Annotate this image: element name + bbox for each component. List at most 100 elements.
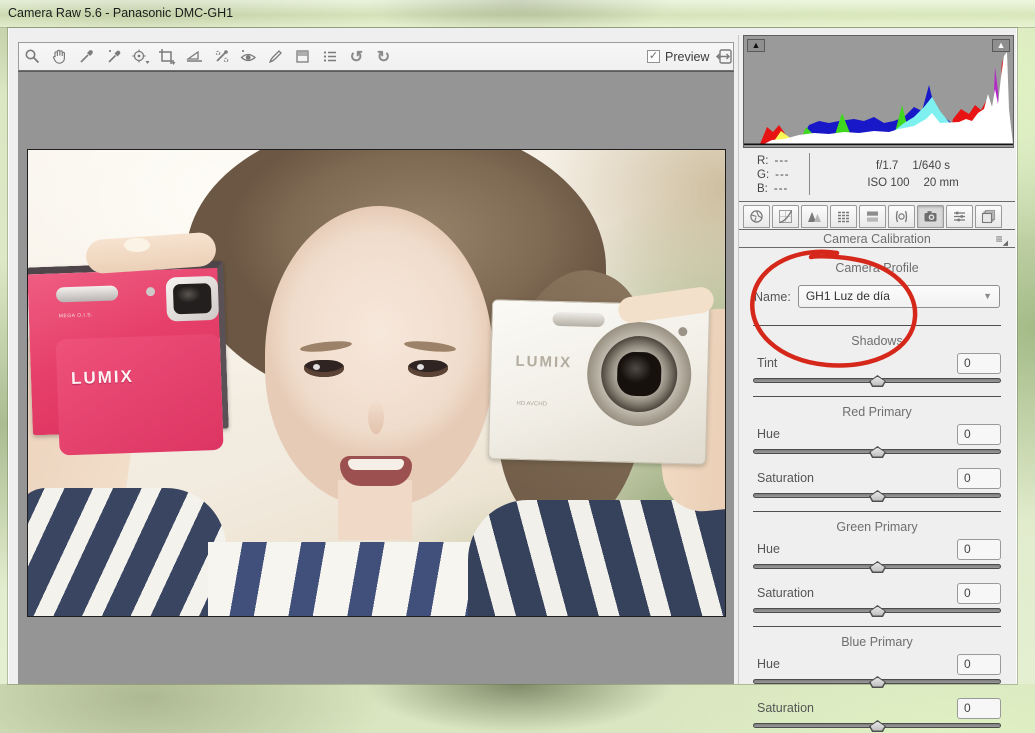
camera-calibration-tab-icon[interactable] [917, 205, 944, 228]
red-primary-group: Red Primary Hue 0 Saturation 0 [739, 397, 1015, 503]
profile-name-row: Name: GH1 Luz de día ▼ [754, 285, 1000, 308]
slider-thumb[interactable] [869, 676, 886, 688]
blue-hue-label: Hue [757, 657, 780, 671]
tint-slider[interactable] [753, 375, 1001, 388]
rotate-left-icon[interactable]: ↺ [343, 45, 370, 69]
red-hue-slider[interactable] [753, 446, 1001, 459]
green-hue-value-field[interactable]: 0 [957, 539, 1001, 560]
teeth [348, 459, 404, 470]
zoom-tool-icon[interactable] [19, 45, 46, 69]
blue-hue-value-field[interactable]: 0 [957, 654, 1001, 675]
white-camera-brand: LUMIX [515, 353, 572, 371]
window-title: Camera Raw 5.6 - Panasonic DMC-GH1 [8, 6, 233, 20]
shadow-clipping-toggle-icon[interactable]: ▲ [747, 39, 765, 52]
slider-thumb[interactable] [869, 561, 886, 573]
green-hue-slider[interactable] [753, 561, 1001, 574]
slider-thumb[interactable] [869, 720, 886, 732]
green-saturation-value-field[interactable]: 0 [957, 583, 1001, 604]
camera-profile-title: Camera Profile [739, 261, 1015, 275]
panel-title: Camera Calibration [823, 232, 931, 246]
green-hue-label: Hue [757, 542, 780, 556]
red-hue-value-field[interactable]: 0 [957, 424, 1001, 445]
image-preview-area: MEGA O.I.S. LUMIX LUMIX HD AVCHD [18, 71, 734, 684]
pink-camera-flash [56, 285, 118, 302]
red-eye-removal-icon[interactable] [235, 45, 262, 69]
slider-thumb[interactable] [869, 446, 886, 458]
pink-camera-lens [166, 276, 220, 322]
straighten-tool-icon[interactable] [181, 45, 208, 69]
sweater-left [27, 488, 226, 617]
adjustment-brush-icon[interactable] [262, 45, 289, 69]
profile-name-value: GH1 Luz de día [806, 289, 890, 303]
blue-primary-group: Blue Primary Hue 0 Saturation 0 [739, 627, 1015, 733]
color-sampler-icon[interactable] [100, 45, 127, 69]
green-primary-group: Green Primary Hue 0 Saturation 0 [739, 512, 1015, 618]
rotate-right-icon[interactable]: ↻ [370, 45, 397, 69]
red-hue-label: Hue [757, 427, 780, 441]
crop-tool-icon[interactable] [154, 45, 181, 69]
blue-hue-slider[interactable] [753, 676, 1001, 689]
pink-camera-front-panel [56, 334, 224, 456]
detail-tab-icon[interactable] [801, 205, 828, 228]
spot-removal-icon[interactable] [208, 45, 235, 69]
neck [338, 480, 412, 540]
profile-name-dropdown[interactable]: GH1 Luz de día ▼ [798, 285, 1000, 308]
nose [368, 400, 384, 434]
pink-camera-sensor [146, 287, 155, 296]
chevron-down-icon: ▼ [983, 286, 992, 307]
green-saturation-label: Saturation [757, 586, 814, 600]
sweater-right [468, 500, 726, 617]
toolbar: ↺ ↻ ✓ Preview [18, 42, 734, 71]
preview-checkbox[interactable]: ✓ [647, 50, 660, 63]
preferences-icon[interactable] [316, 45, 343, 69]
rgb-readout: R:--- G:--- B:--- [757, 154, 790, 196]
basic-tab-icon[interactable] [743, 205, 770, 228]
slider-thumb[interactable] [869, 605, 886, 617]
group-title: Shadows [739, 334, 1015, 348]
snapshots-tab-icon[interactable] [975, 205, 1002, 228]
toggle-fullscreen-icon[interactable] [713, 46, 737, 68]
tone-curve-tab-icon[interactable] [772, 205, 799, 228]
group-title: Blue Primary [739, 635, 1015, 649]
panel-divider [739, 201, 1015, 202]
hsl-grayscale-tab-icon[interactable] [830, 205, 857, 228]
exif-readout: f/1.71/640 s ISO 10020 mm [823, 158, 1003, 192]
mouth [340, 456, 412, 486]
shadows-group: Shadows Tint 0 [739, 326, 1015, 388]
red-saturation-slider[interactable] [753, 490, 1001, 503]
white-camera-sub-label: HD AVCHD [516, 401, 547, 408]
split-toning-tab-icon[interactable] [859, 205, 886, 228]
histogram[interactable]: ▲ ▲ [743, 35, 1014, 148]
tint-label: Tint [757, 356, 777, 370]
white-camera-lens-glass [617, 351, 662, 396]
slider-thumb[interactable] [869, 375, 886, 387]
right-panel: ▲ ▲ R:--- G:--- B:--- f/1.71/640 s ISO 1… [738, 35, 1014, 684]
highlight-clipping-toggle-icon[interactable]: ▲ [992, 39, 1010, 52]
white-camera-flash [552, 312, 604, 327]
hand-tool-icon[interactable] [46, 45, 73, 69]
red-saturation-value-field[interactable]: 0 [957, 468, 1001, 489]
slider-thumb[interactable] [869, 490, 886, 502]
camera-calibration-header: Camera Calibration ≡◢ [739, 229, 1015, 248]
tint-value-field[interactable]: 0 [957, 353, 1001, 374]
preview-toggle[interactable]: ✓ Preview [647, 43, 709, 70]
photo-preview[interactable]: MEGA O.I.S. LUMIX LUMIX HD AVCHD [27, 149, 726, 617]
lens-corrections-tab-icon[interactable] [888, 205, 915, 228]
pink-camera: MEGA O.I.S. LUMIX [27, 261, 229, 436]
preview-label: Preview [665, 50, 709, 64]
green-saturation-slider[interactable] [753, 605, 1001, 618]
info-divider [809, 153, 810, 195]
blue-saturation-slider[interactable] [753, 720, 1001, 733]
blue-saturation-label: Saturation [757, 701, 814, 715]
left-eye [304, 360, 344, 377]
targeted-adjustment-icon[interactable] [127, 45, 154, 69]
title-bar: Camera Raw 5.6 - Panasonic DMC-GH1 [0, 0, 1035, 28]
left-hand-fingernail [124, 238, 150, 252]
white-balance-eyedropper-icon[interactable] [73, 45, 100, 69]
group-title: Green Primary [739, 520, 1015, 534]
graduated-filter-icon[interactable] [289, 45, 316, 69]
group-title: Red Primary [739, 405, 1015, 419]
blue-saturation-value-field[interactable]: 0 [957, 698, 1001, 719]
red-saturation-label: Saturation [757, 471, 814, 485]
presets-tab-icon[interactable] [946, 205, 973, 228]
